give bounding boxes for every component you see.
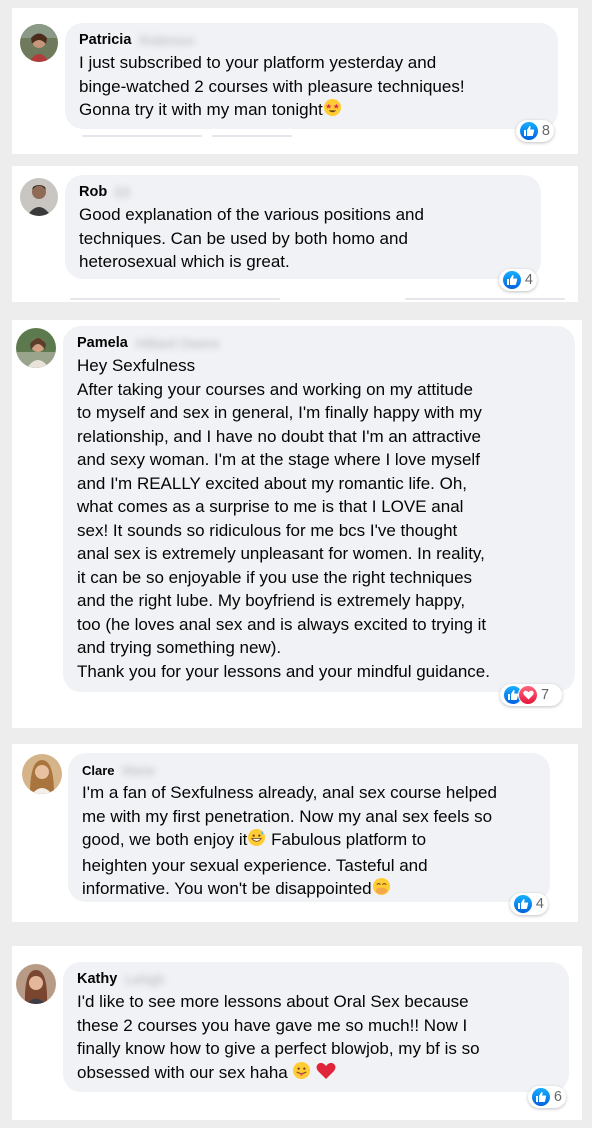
reaction-count: 8 [541, 123, 550, 139]
comment-text: Good explanation of the various position… [79, 205, 424, 271]
comment-author-row: Kathy Lehigh [77, 970, 555, 989]
like-icon [531, 1087, 551, 1107]
truncated-line [82, 135, 202, 137]
comment-card: Clare Marie I'm a fan of Sexfulness alre… [12, 744, 578, 922]
truncated-line [405, 298, 565, 300]
comment-text-body: I'd like to see more lessons about Oral … [77, 992, 480, 1082]
comment-card: Rob Ell Good explanation of the various … [12, 166, 578, 302]
reaction-count: 4 [524, 272, 533, 288]
reaction-summary[interactable]: 4 [499, 269, 537, 291]
avatar[interactable] [22, 754, 62, 794]
like-icon [502, 270, 522, 290]
author-name[interactable]: Pamela [77, 334, 128, 353]
grinning-sweat-emoji [247, 828, 266, 854]
reaction-count: 7 [541, 687, 550, 703]
comment-text: I'm a fan of Sexfulness already, anal se… [82, 781, 536, 903]
comment-bubble: Rob Ell Good explanation of the various … [65, 175, 541, 279]
avatar[interactable] [16, 964, 56, 1004]
red-heart-emoji [316, 1062, 336, 1087]
author-name[interactable]: Kathy [77, 970, 117, 989]
author-surname-blurred: Marie [122, 763, 156, 778]
author-name[interactable]: Rob [79, 183, 107, 202]
like-icon [519, 121, 539, 141]
avatar[interactable] [16, 328, 56, 368]
reaction-count: 4 [535, 896, 544, 912]
star-struck-emoji [323, 98, 342, 124]
author-surname-blurred: Robinson [139, 33, 195, 48]
author-name[interactable]: Clare [82, 761, 115, 780]
like-icon [513, 894, 533, 914]
comment-card: Patricia Robinson I just subscribed to y… [12, 8, 578, 154]
hand-over-mouth-emoji [372, 877, 391, 903]
comment-author-row: Patricia Robinson [79, 31, 544, 50]
reaction-summary[interactable]: 8 [516, 120, 554, 142]
comment-card: Kathy Lehigh I'd like to see more lesson… [12, 946, 582, 1120]
comment-text-body: I just subscribed to your platform yeste… [79, 53, 465, 119]
reaction-count: 6 [553, 1089, 562, 1105]
comment-card: Pamela Hilliard Owens Hey Sexfulness Aft… [12, 320, 582, 728]
author-surname-blurred: Hilliard Owens [135, 336, 220, 351]
author-surname-blurred: Ell [115, 185, 130, 200]
reaction-summary[interactable]: 6 [528, 1086, 566, 1108]
comment-bubble: Patricia Robinson I just subscribed to y… [65, 23, 558, 129]
truncated-line [212, 135, 292, 137]
comment-author-row: Rob Ell [79, 183, 527, 202]
avatar[interactable] [20, 24, 58, 62]
avatar[interactable] [20, 178, 58, 216]
reaction-summary[interactable]: 4 [510, 893, 548, 915]
comment-bubble: Pamela Hilliard Owens Hey Sexfulness Aft… [63, 326, 575, 692]
author-name[interactable]: Patricia [79, 31, 131, 50]
comment-author-row: Clare Marie [82, 761, 536, 780]
author-surname-blurred: Lehigh [125, 972, 165, 987]
truncated-line [70, 298, 280, 300]
heart-icon [518, 685, 538, 705]
comment-author-row: Pamela Hilliard Owens [77, 334, 561, 353]
comment-text: I just subscribed to your platform yeste… [79, 51, 544, 124]
comment-text: Hey Sexfulness After taking your courses… [77, 356, 490, 681]
reaction-summary[interactable]: 7 [500, 684, 562, 706]
comment-bubble: Kathy Lehigh I'd like to see more lesson… [63, 962, 569, 1092]
comment-bubble: Clare Marie I'm a fan of Sexfulness alre… [68, 753, 550, 902]
comment-text: I'd like to see more lessons about Oral … [77, 990, 555, 1086]
tongue-out-emoji [292, 1061, 311, 1087]
